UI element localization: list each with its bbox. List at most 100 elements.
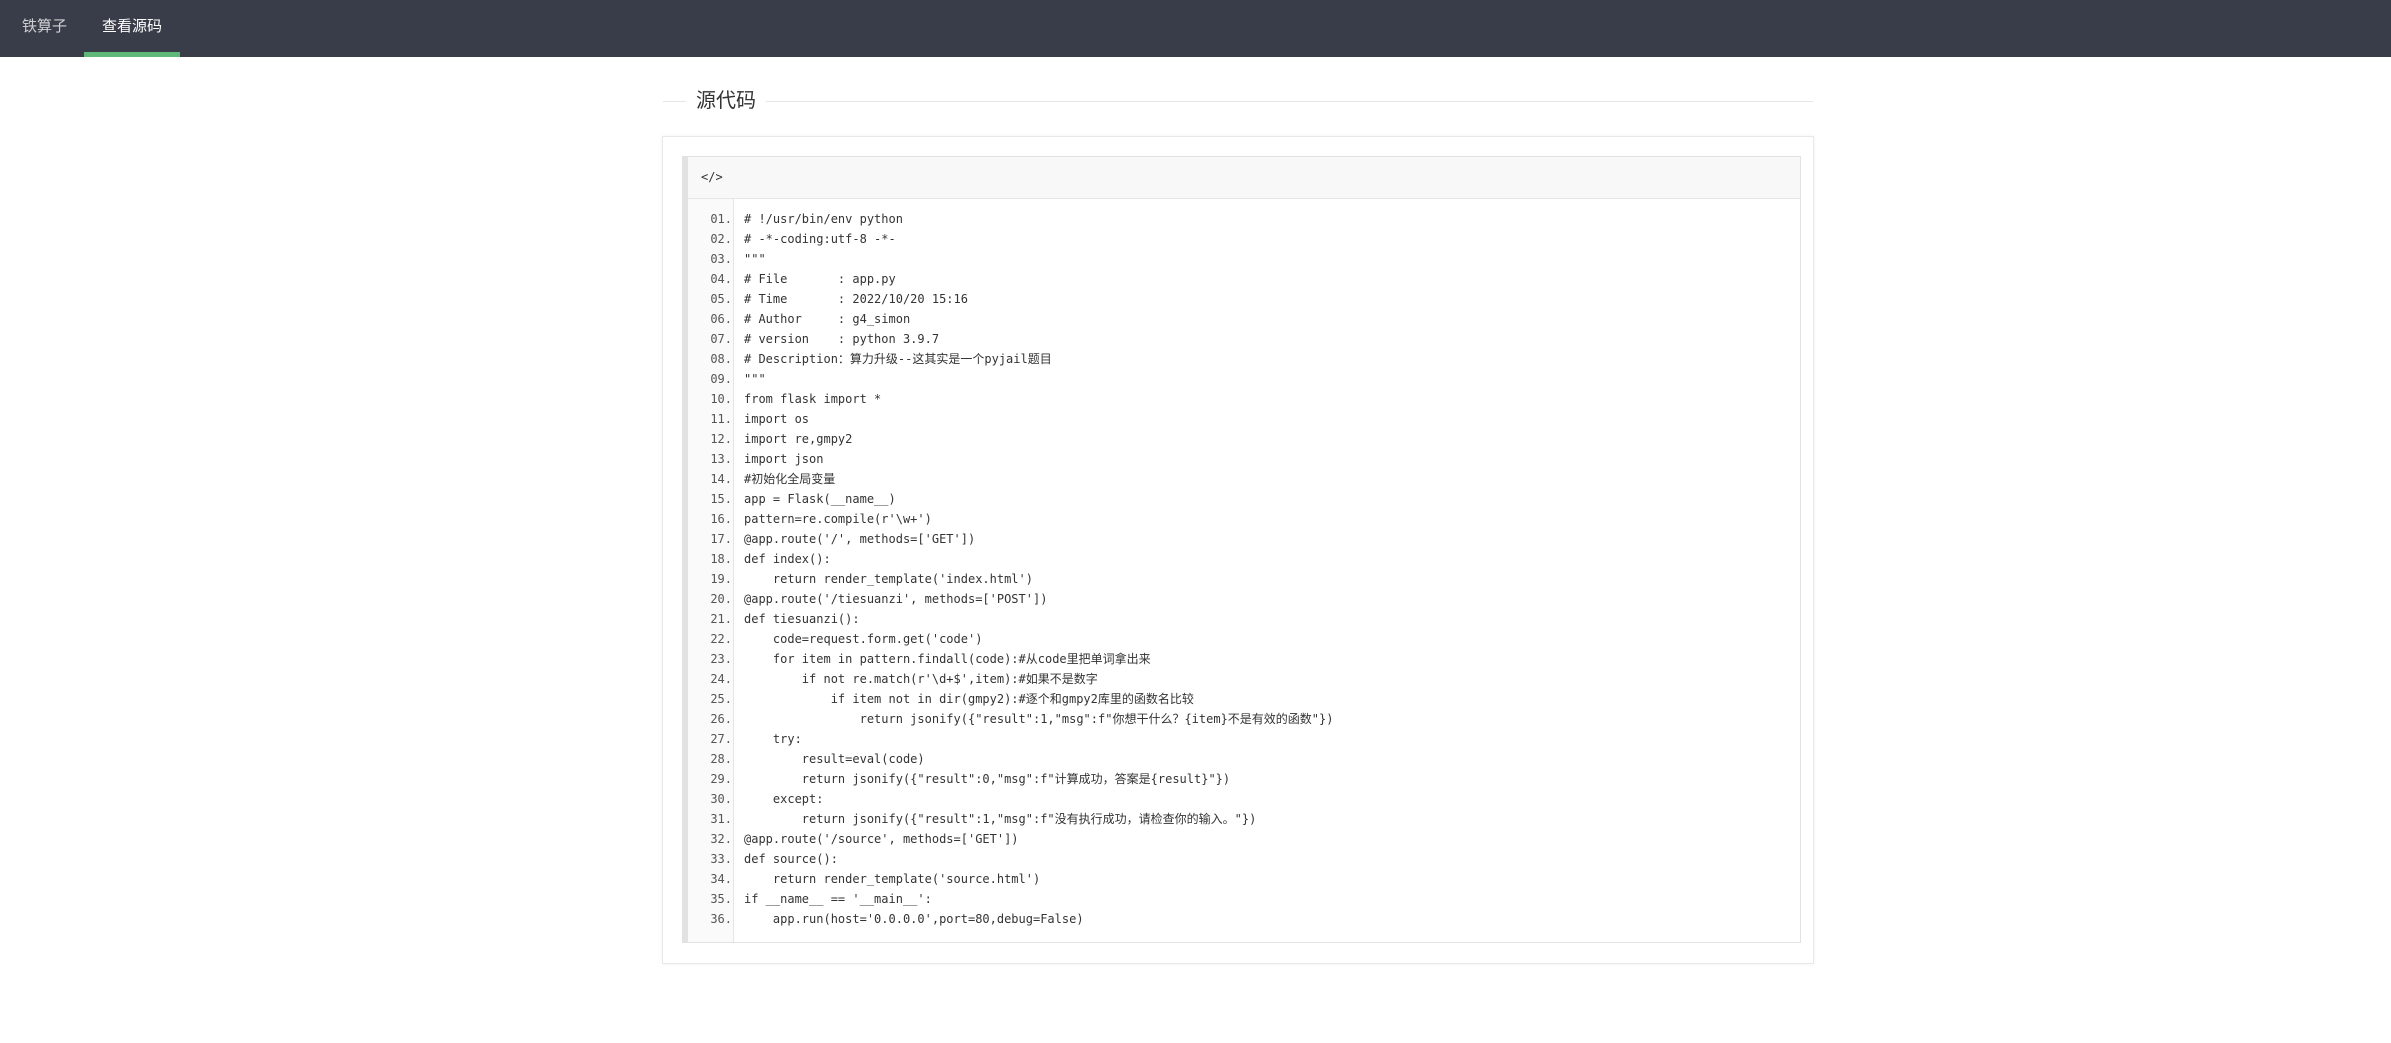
line-number: 34. bbox=[710, 872, 732, 886]
line-number: 25. bbox=[710, 692, 732, 706]
code-text: # Time : 2022/10/20 15:16 bbox=[744, 292, 968, 306]
line-number: 06. bbox=[710, 312, 732, 326]
code-text: # Author : g4_simon bbox=[744, 312, 911, 326]
code-text: app.run(host='0.0.0.0',port=80,debug=Fal… bbox=[744, 912, 1084, 926]
code-line: 30. except: bbox=[688, 789, 823, 809]
code-text: except: bbox=[744, 792, 824, 806]
code-line: 34. return render_template('source.html'… bbox=[688, 869, 1040, 889]
line-number: 23. bbox=[710, 652, 732, 666]
line-number: 07. bbox=[710, 332, 732, 346]
code-line: 19. return render_template('index.html') bbox=[688, 569, 1033, 589]
code-text: @app.route('/', methods=['GET']) bbox=[744, 532, 976, 546]
code-text: # !/usr/bin/env python bbox=[744, 212, 903, 226]
code-line: 02. # -*-coding:utf-8 -*- bbox=[688, 229, 895, 249]
code-line: 22. code=request.form.get('code') bbox=[688, 629, 982, 649]
code-line: 15. app = Flask(__name__) bbox=[688, 489, 895, 509]
line-number: 26. bbox=[710, 712, 732, 726]
line-number: 27. bbox=[710, 732, 732, 746]
code-line: 10. from flask import * bbox=[688, 389, 881, 409]
code-line: 14. #初始化全局变量 bbox=[688, 469, 835, 489]
top-nav: 铁算子 查看源码 bbox=[0, 0, 2391, 57]
line-number: 01. bbox=[710, 212, 732, 226]
line-number: 03. bbox=[710, 252, 732, 266]
code-text: import re,gmpy2 bbox=[744, 432, 853, 446]
code-line: 35. if __name__ == '__main__': bbox=[688, 889, 932, 909]
line-number: 04. bbox=[710, 272, 732, 286]
line-number: 14. bbox=[710, 472, 732, 486]
code-line: 24. if not re.match(r'\d+$',item):#如果不是数… bbox=[688, 669, 1097, 689]
line-number: 08. bbox=[710, 352, 732, 366]
code-text: # Description：算力升级--这其实是一个pyjail题目 bbox=[744, 352, 1052, 366]
code-line: 01. # !/usr/bin/env python bbox=[688, 209, 903, 229]
code-line: 07. # version : python 3.9.7 bbox=[688, 329, 939, 349]
code-line: 06. # Author : g4_simon bbox=[688, 309, 910, 329]
code-line: 09. """ bbox=[688, 369, 765, 389]
code-text: for item in pattern.findall(code):#从code… bbox=[744, 652, 1151, 666]
line-number: 21. bbox=[710, 612, 732, 626]
line-number: 10. bbox=[710, 392, 732, 406]
line-number: 19. bbox=[710, 572, 732, 586]
line-number: 28. bbox=[710, 752, 732, 766]
code-text: return render_template('source.html') bbox=[744, 872, 1041, 886]
line-number: 30. bbox=[710, 792, 732, 806]
code-text: """ bbox=[744, 372, 766, 386]
nav-item-view-source[interactable]: 查看源码 bbox=[84, 0, 180, 57]
code-text: result=eval(code) bbox=[744, 752, 925, 766]
line-number: 29. bbox=[710, 772, 732, 786]
code-text: return jsonify({"result":0,"msg":f"计算成功，… bbox=[744, 772, 1231, 786]
code-line: 13. import json bbox=[688, 449, 823, 469]
code-block: </> 01. # !/usr/bin/env python 02. # -*-cod… bbox=[682, 156, 1801, 943]
code-text: import json bbox=[744, 452, 824, 466]
code-text: import os bbox=[744, 412, 810, 426]
line-number: 17. bbox=[710, 532, 732, 546]
code-text: return render_template('index.html') bbox=[744, 572, 1033, 586]
code-text: pattern=re.compile(r'\w+') bbox=[744, 512, 932, 526]
code-text: @app.route('/tiesuanzi', methods=['POST'… bbox=[744, 592, 1048, 606]
nav-item-tiesuanzi[interactable]: 铁算子 bbox=[22, 0, 67, 57]
code-text: # -*-coding:utf-8 -*- bbox=[744, 232, 896, 246]
line-number: 11. bbox=[710, 412, 732, 426]
code-line: 36. app.run(host='0.0.0.0',port=80,debug… bbox=[688, 909, 1083, 929]
nav-active-indicator bbox=[84, 52, 180, 57]
line-number: 16. bbox=[710, 512, 732, 526]
code-line: 03. """ bbox=[688, 249, 765, 269]
code-text: if __name__ == '__main__': bbox=[744, 892, 932, 906]
section-divider: 源代码 bbox=[663, 88, 1813, 114]
line-number: 18. bbox=[710, 552, 732, 566]
code-text: def index(): bbox=[744, 552, 831, 566]
line-number: 09. bbox=[710, 372, 732, 386]
code-line: 12. import re,gmpy2 bbox=[688, 429, 852, 449]
code-line: 26. return jsonify({"result":1,"msg":f"你… bbox=[688, 709, 1333, 729]
code-line: 21. def tiesuanzi(): bbox=[688, 609, 859, 629]
line-number: 32. bbox=[710, 832, 732, 846]
code-text: try: bbox=[744, 732, 802, 746]
code-line: 33. def source(): bbox=[688, 849, 838, 869]
line-number: 24. bbox=[710, 672, 732, 686]
code-text: """ bbox=[744, 252, 766, 266]
code-line: 04. # File : app.py bbox=[688, 269, 895, 289]
code-text: app = Flask(__name__) bbox=[744, 492, 896, 506]
line-number: 05. bbox=[710, 292, 732, 306]
code-line: 31. return jsonify({"result":1,"msg":f"没… bbox=[688, 809, 1256, 829]
section-title: 源代码 bbox=[686, 88, 766, 114]
code-line: 28. result=eval(code) bbox=[688, 749, 924, 769]
code-text: # File : app.py bbox=[744, 272, 896, 286]
code-text: if not re.match(r'\d+$',item):#如果不是数字 bbox=[744, 672, 1098, 686]
code-line: 17. @app.route('/', methods=['GET']) bbox=[688, 529, 975, 549]
code-lines: 01. # !/usr/bin/env python 02. # -*-coding:… bbox=[688, 209, 1333, 929]
code-text: #初始化全局变量 bbox=[744, 472, 836, 486]
code-line: 23. for item in pattern.findall(code):#从… bbox=[688, 649, 1150, 669]
line-number: 22. bbox=[710, 632, 732, 646]
code-text: @app.route('/source', methods=['GET']) bbox=[744, 832, 1019, 846]
source-panel: </> 01. # !/usr/bin/env python 02. # -*-cod… bbox=[662, 136, 1814, 964]
code-line: 18. def index(): bbox=[688, 549, 830, 569]
code-line: 27. try: bbox=[688, 729, 801, 749]
code-line: 29. return jsonify({"result":0,"msg":f"计… bbox=[688, 769, 1230, 789]
code-text: return jsonify({"result":1,"msg":f"你想干什么… bbox=[744, 712, 1334, 726]
code-text: if item not in dir(gmpy2):#逐个和gmpy2库里的函数… bbox=[744, 692, 1194, 706]
code-text: return jsonify({"result":1,"msg":f"没有执行成… bbox=[744, 812, 1257, 826]
code-line: 25. if item not in dir(gmpy2):#逐个和gmpy2库… bbox=[688, 689, 1194, 709]
code-line: 16. pattern=re.compile(r'\w+') bbox=[688, 509, 932, 529]
line-number: 36. bbox=[710, 912, 732, 926]
code-text: from flask import * bbox=[744, 392, 882, 406]
